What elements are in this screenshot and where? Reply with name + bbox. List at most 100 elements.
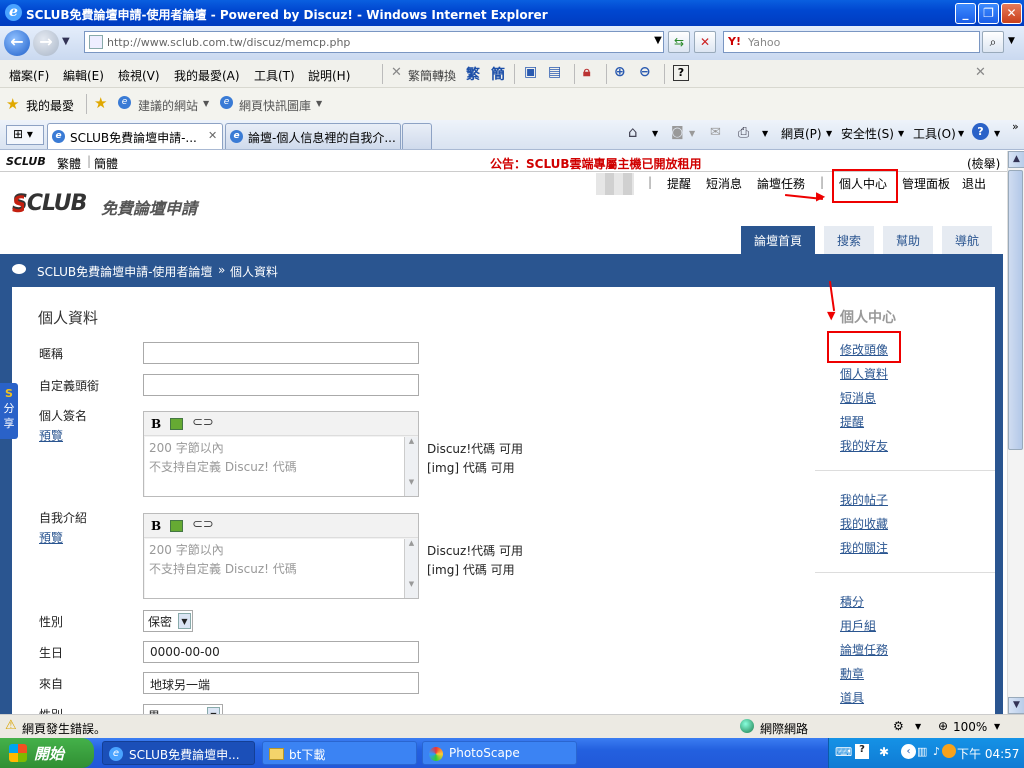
toolbar-save-icon[interactable]: ▤: [548, 64, 561, 80]
task-bt[interactable]: bt下載: [262, 741, 417, 765]
scroll-up-icon[interactable]: ▲: [1008, 151, 1024, 168]
suggested-dropdown-icon[interactable]: ▼: [203, 99, 209, 108]
nickname-input[interactable]: [143, 342, 419, 364]
toplink-logout[interactable]: 退出: [962, 175, 986, 192]
toplink-messages[interactable]: 短消息: [706, 175, 742, 192]
quick-tabs-icon[interactable]: ⊞ ▾: [6, 125, 44, 145]
gender2-select[interactable]: 男 ▼: [143, 704, 223, 714]
menu-tools[interactable]: 工具(T): [254, 67, 295, 84]
task-photoscape[interactable]: PhotoScape: [422, 741, 577, 765]
suggested-sites-link[interactable]: 建議的網站: [138, 97, 198, 114]
sidebar-item-usergroup[interactable]: 用戶組: [840, 617, 876, 634]
page-dropdown-icon[interactable]: ▼: [826, 129, 832, 138]
protected-mode-icon[interactable]: ⚙: [893, 719, 904, 733]
signature-textarea[interactable]: 200 字節以內 不支持自定義 Discuz! 代碼: [145, 437, 405, 496]
bold-button[interactable]: B: [151, 519, 161, 533]
mail-icon[interactable]: ✉: [710, 125, 721, 140]
zoom-level[interactable]: 100%: [953, 720, 987, 734]
clock-text[interactable]: 下午 04:57: [957, 745, 1019, 762]
zoom-dropdown-icon[interactable]: ▼: [994, 722, 1000, 731]
forward-button[interactable]: →: [33, 30, 59, 56]
insert-image-icon[interactable]: [170, 520, 183, 532]
help-icon[interactable]: ?: [673, 65, 689, 81]
sidebar-item-follows[interactable]: 我的關注: [840, 539, 888, 556]
simplified-button[interactable]: 簡: [491, 64, 505, 84]
status-error-text[interactable]: 網頁發生錯誤。: [22, 720, 106, 737]
home-icon[interactable]: ⌂: [628, 123, 638, 141]
gender-select[interactable]: 保密 ▼: [143, 610, 193, 632]
minimize-button[interactable]: _: [955, 3, 976, 24]
menu-edit[interactable]: 編輯(E): [63, 67, 104, 84]
toplink-notify[interactable]: 提醒: [667, 175, 691, 192]
add-favorite-icon[interactable]: ★: [94, 94, 107, 112]
close-toolbar-icon[interactable]: ✕: [391, 65, 402, 80]
print-icon[interactable]: ⎙: [738, 125, 749, 141]
menu-file[interactable]: 檔案(F): [9, 67, 49, 84]
zoom-icon[interactable]: ⊕: [938, 719, 948, 733]
breadcrumb-forum[interactable]: SCLUB免費論壇申請-使用者論壇: [37, 263, 212, 280]
lang-simp-link[interactable]: 簡體: [94, 155, 118, 172]
nav-tab-search[interactable]: 搜索: [824, 226, 875, 254]
notice-text[interactable]: 公告：SCLUB雲端專屬主機已開放租用: [490, 155, 702, 172]
favorites-label[interactable]: 我的最愛: [26, 97, 74, 114]
search-input[interactable]: Y! Yahoo: [723, 31, 980, 53]
sidebar-item-notify[interactable]: 提醒: [840, 413, 864, 430]
menu-view[interactable]: 檢視(V): [118, 67, 160, 84]
toplink-tasks[interactable]: 論壇任務: [757, 175, 805, 192]
intro-scrollbar[interactable]: ▲ ▼: [404, 539, 418, 598]
close-menubar-icon[interactable]: ✕: [975, 65, 986, 80]
tools-tray-icon[interactable]: ✱: [879, 745, 889, 759]
topstrip-logo[interactable]: SCLUB: [6, 155, 46, 168]
network-icon[interactable]: ▥: [917, 745, 927, 758]
sidebar-item-posts[interactable]: 我的帖子: [840, 491, 888, 508]
sidebar-item-favorites[interactable]: 我的收藏: [840, 515, 888, 532]
birthday-input[interactable]: 0000-00-00: [143, 641, 419, 663]
home-dropdown-icon[interactable]: ▼: [652, 129, 658, 138]
feeds-dropdown-icon[interactable]: ▼: [689, 129, 695, 138]
nav-tab-help[interactable]: 幫助: [883, 226, 934, 254]
feeds-icon[interactable]: ◙: [671, 125, 684, 140]
warning-icon[interactable]: ⚠: [5, 718, 17, 733]
menu-favorites[interactable]: 我的最愛(A): [174, 67, 240, 84]
new-tab-button[interactable]: [402, 123, 432, 149]
toplink-admin[interactable]: 管理面板: [902, 175, 950, 192]
safety-menu-button[interactable]: 安全性(S): [841, 125, 894, 142]
zoom-out-icon[interactable]: ⊖: [639, 64, 651, 80]
address-input[interactable]: http://www.sclub.com.tw/discuz/memcp.php: [84, 31, 664, 53]
scroll-down-icon[interactable]: ▼: [1008, 697, 1024, 714]
menu-help[interactable]: 說明(H): [308, 67, 350, 84]
toolbar-doc-icon[interactable]: ▣: [524, 64, 537, 80]
sidebar-item-credits[interactable]: 積分: [840, 593, 864, 610]
sidebar-item-tasks[interactable]: 論壇任務: [840, 641, 888, 658]
sidebar-item-props[interactable]: 道具: [840, 689, 864, 706]
zoom-in-icon[interactable]: ⊕: [614, 64, 626, 80]
bold-button[interactable]: B: [151, 417, 161, 431]
share-floating-button[interactable]: S 分 享: [0, 383, 18, 439]
collapse-tray-icon[interactable]: ‹: [901, 744, 916, 759]
insert-link-icon[interactable]: ⊂⊃: [192, 517, 214, 532]
stop-icon[interactable]: ✕: [694, 31, 716, 53]
lang-trad-link[interactable]: 繁體: [57, 155, 81, 172]
chevron-more-icon[interactable]: »: [1012, 120, 1019, 133]
webslice-link[interactable]: 網頁快訊圖庫: [239, 97, 311, 114]
custom-title-input[interactable]: [143, 374, 419, 396]
insert-image-icon[interactable]: [170, 418, 183, 430]
search-go-icon[interactable]: ⌕: [982, 31, 1004, 53]
protected-dropdown-icon[interactable]: ▼: [915, 722, 921, 731]
help-tray-icon[interactable]: ?: [855, 744, 869, 759]
intro-preview-link[interactable]: 預覽: [39, 529, 63, 546]
sidebar-item-messages[interactable]: 短消息: [840, 389, 876, 406]
webslice-dropdown-icon[interactable]: ▼: [316, 99, 322, 108]
tools-dropdown-icon[interactable]: ▼: [958, 129, 964, 138]
from-input[interactable]: 地球另一端: [143, 672, 419, 694]
print-dropdown-icon[interactable]: ▼: [762, 129, 768, 138]
history-dropdown-icon[interactable]: ▼: [62, 36, 70, 47]
nav-tab-nav[interactable]: 導航: [942, 226, 993, 254]
scroll-thumb[interactable]: [1008, 170, 1023, 450]
ie-help-icon[interactable]: ?: [972, 123, 989, 140]
popup-block-icon[interactable]: 🔒︎: [583, 64, 590, 80]
tab-close-icon[interactable]: ✕: [208, 129, 217, 142]
sidebar-item-profile[interactable]: 個人資料: [840, 365, 888, 382]
keyboard-icon[interactable]: ⌨: [835, 745, 852, 759]
signature-scrollbar[interactable]: ▲ ▼: [404, 437, 418, 496]
